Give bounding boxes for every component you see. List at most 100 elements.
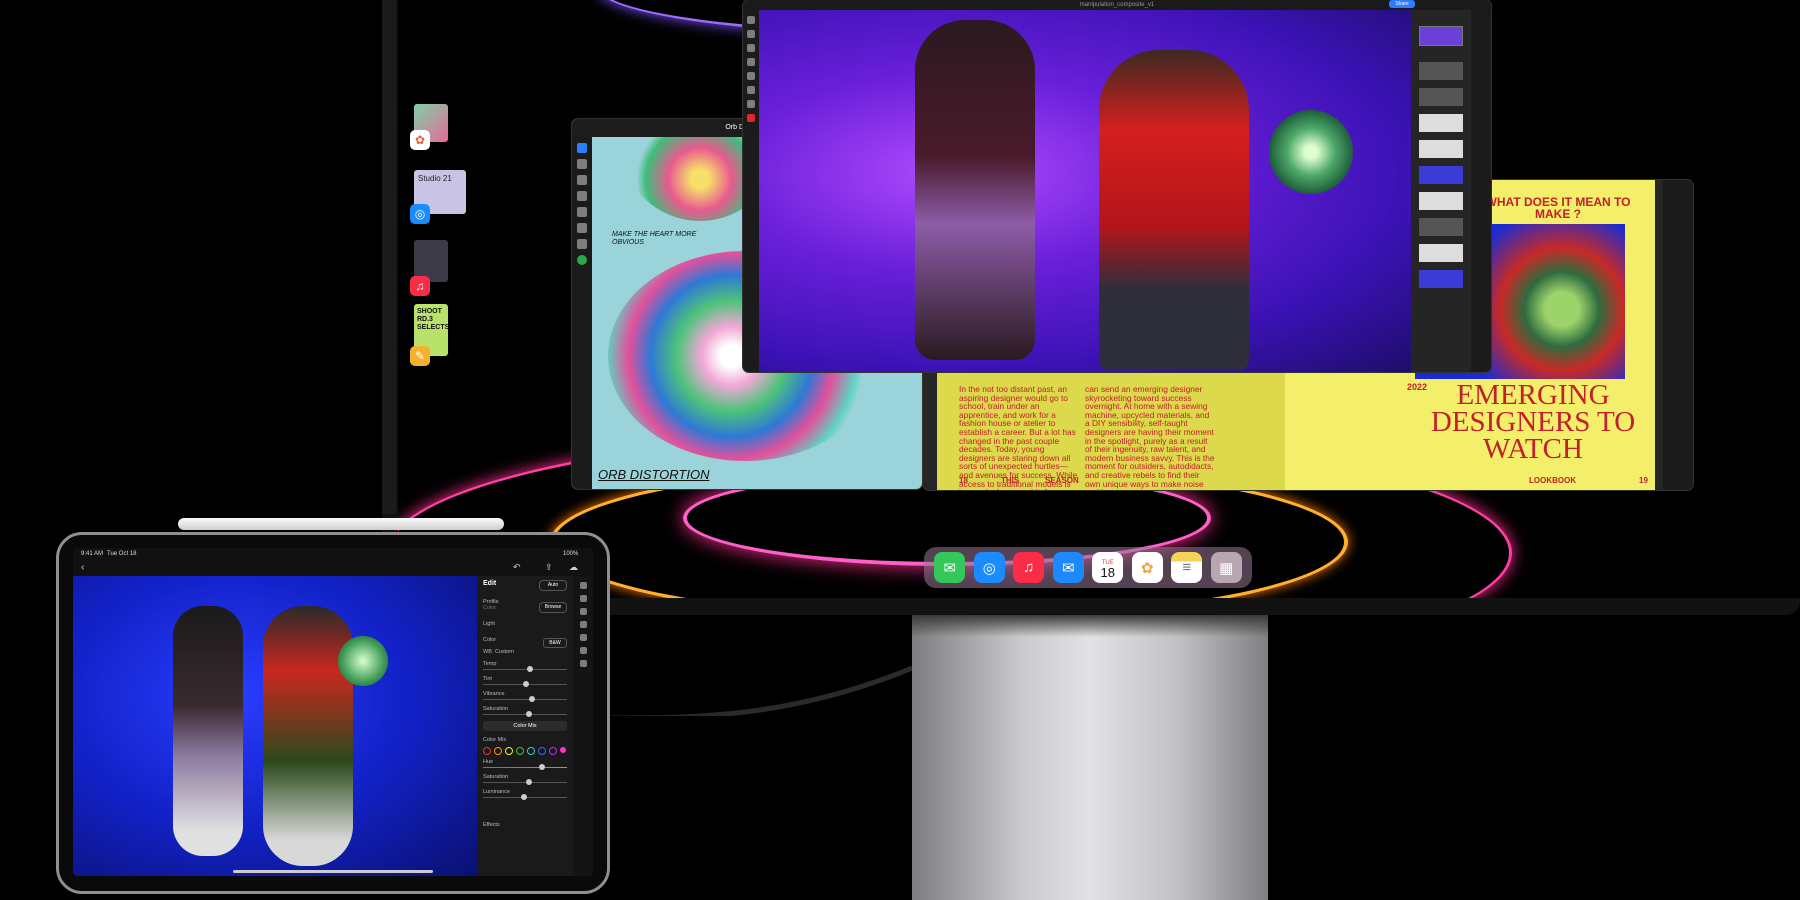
- luminance-slider[interactable]: [483, 794, 567, 800]
- magazine-headline: EMERGING DESIGNERS TO WATCH: [1430, 379, 1636, 465]
- brush-tool-icon[interactable]: [747, 58, 755, 66]
- mail-icon[interactable]: ✉: [1052, 552, 1084, 583]
- crop-tool-icon[interactable]: [747, 86, 755, 94]
- lasso-tool-icon[interactable]: [747, 44, 755, 52]
- magazine-footer-this: THIS: [1001, 476, 1020, 485]
- display-bezel-left: [382, 0, 396, 514]
- foreground-color-icon[interactable]: [747, 114, 755, 122]
- swatch-aqua[interactable]: [527, 747, 535, 755]
- swatch-magenta[interactable]: [560, 747, 566, 753]
- swatch-blue[interactable]: [538, 747, 546, 755]
- edit-tool-icon[interactable]: [579, 582, 587, 589]
- lightroom-edit-panel: Edit Auto Profile Color Browse Light Col…: [477, 576, 573, 876]
- swatch-yellow[interactable]: [505, 747, 513, 755]
- share-icon[interactable]: ⇪: [545, 562, 553, 573]
- status-date: Tue Oct 18: [107, 551, 137, 557]
- saturation-slider[interactable]: [483, 711, 567, 717]
- swatch-purple[interactable]: [549, 747, 557, 755]
- share-button[interactable]: Share: [1389, 0, 1415, 8]
- music-icon[interactable]: ♫: [1013, 552, 1045, 583]
- swatch-orange[interactable]: [494, 747, 502, 755]
- notes-thumb-text: SHOOT RD.3 SELECTS: [417, 308, 448, 331]
- selection-tool-icon[interactable]: [577, 207, 587, 217]
- stand-shadow: [912, 615, 1268, 637]
- eraser-tool-icon[interactable]: [747, 72, 755, 80]
- effects-section[interactable]: Effects: [483, 822, 567, 828]
- crop-tool-icon[interactable]: [579, 595, 587, 602]
- eraser-tool-icon[interactable]: [577, 175, 587, 185]
- notes-icon[interactable]: ≡: [1171, 552, 1203, 583]
- marquee-tool-icon[interactable]: [747, 30, 755, 38]
- layer-thumb[interactable]: [1419, 26, 1463, 46]
- slider-label: Saturation: [483, 774, 509, 780]
- color-mix-label: Color Mix: [483, 737, 507, 743]
- swatch-red[interactable]: [483, 747, 491, 755]
- layer-thumb[interactable]: [1419, 218, 1463, 236]
- slider-label: Vibrance: [483, 691, 505, 697]
- back-chevron-icon[interactable]: ‹: [81, 562, 84, 573]
- color-mix-swatches: [483, 747, 567, 755]
- layer-thumb[interactable]: [1419, 244, 1463, 262]
- transform-tool-icon[interactable]: [577, 223, 587, 233]
- bw-button[interactable]: B&W: [543, 638, 567, 648]
- display-screen: ✿ Studio 21 ◎ ♫ SHOOT RD.3 SELECTS ✎ Orb…: [398, 0, 1800, 598]
- messages-icon[interactable]: ✉: [934, 552, 966, 583]
- photoshop-canvas: [759, 10, 1411, 372]
- safari-thumb-text: Studio 21: [418, 174, 452, 183]
- photoshop-titlebar: manipulation_composite_v1: [743, 0, 1491, 10]
- mix-saturation-slider[interactable]: [483, 779, 567, 785]
- undo-icon[interactable]: ↶: [513, 562, 521, 573]
- safari-icon[interactable]: ◎: [973, 552, 1005, 583]
- vibrance-slider[interactable]: [483, 696, 567, 702]
- photo-orb: [338, 636, 388, 686]
- history-tool-icon[interactable]: [579, 660, 587, 667]
- procreate-toolbar: [572, 137, 592, 489]
- temp-slider[interactable]: [483, 666, 567, 672]
- browse-button[interactable]: Browse: [539, 602, 567, 613]
- tint-slider[interactable]: [483, 681, 567, 687]
- photos-icon[interactable]: ✿: [1131, 552, 1163, 583]
- swatch-green[interactable]: [516, 747, 524, 755]
- home-indicator: [233, 870, 433, 873]
- slider-label: Temp: [483, 661, 497, 667]
- calendar-date: 18: [1100, 564, 1115, 580]
- photoshop-toolbar: [743, 10, 759, 372]
- healing-tool-icon[interactable]: [579, 608, 587, 615]
- cloud-icon[interactable]: ☁: [569, 562, 578, 573]
- versions-tool-icon[interactable]: [579, 647, 587, 654]
- utilities-folder-icon[interactable]: ▦: [1210, 552, 1242, 583]
- brush-tool-icon[interactable]: [577, 143, 587, 153]
- layer-thumb[interactable]: [1419, 62, 1463, 80]
- apple-pencil: [178, 518, 504, 530]
- magazine-heading: WHAT DOES IT MEAN TO MAKE ?: [1485, 195, 1631, 221]
- layer-thumb[interactable]: [1419, 192, 1463, 210]
- color-mix-button[interactable]: Color Mix: [483, 721, 567, 731]
- layer-thumb[interactable]: [1419, 166, 1463, 184]
- layer-thumb[interactable]: [1419, 270, 1463, 288]
- type-tool-icon[interactable]: [747, 100, 755, 108]
- lightroom-top-bar: ‹ ↶ ⇪ ☁: [73, 560, 593, 576]
- wb-row[interactable]: WB Custom: [483, 649, 567, 655]
- layer-thumb[interactable]: [1419, 140, 1463, 158]
- color-swatch-icon[interactable]: [577, 255, 587, 265]
- masking-tool-icon[interactable]: [579, 621, 587, 628]
- slider-label: Saturation: [483, 706, 509, 712]
- safari-icon: ◎: [410, 204, 430, 224]
- usb-c-cable: [612, 665, 912, 716]
- layers-tool-icon[interactable]: [577, 191, 587, 201]
- magazine-footer-lookbook: LOOKBOOK: [1529, 476, 1577, 485]
- layer-thumb[interactable]: [1419, 114, 1463, 132]
- auto-button[interactable]: Auto: [539, 580, 567, 591]
- calendar-icon[interactable]: TUE 18: [1092, 552, 1124, 583]
- wb-value: Custom: [494, 649, 514, 655]
- presets-tool-icon[interactable]: [579, 634, 587, 641]
- hue-slider[interactable]: [483, 764, 567, 770]
- smudge-tool-icon[interactable]: [577, 159, 587, 169]
- move-tool-icon[interactable]: [747, 16, 755, 24]
- light-section[interactable]: Light: [483, 621, 567, 627]
- magazine-right-toolbar: [1663, 180, 1693, 490]
- sketch-caption: ORB DISTORTION: [598, 467, 710, 482]
- text-tool-icon[interactable]: [577, 239, 587, 249]
- status-battery: 100%: [563, 551, 579, 557]
- layer-thumb[interactable]: [1419, 88, 1463, 106]
